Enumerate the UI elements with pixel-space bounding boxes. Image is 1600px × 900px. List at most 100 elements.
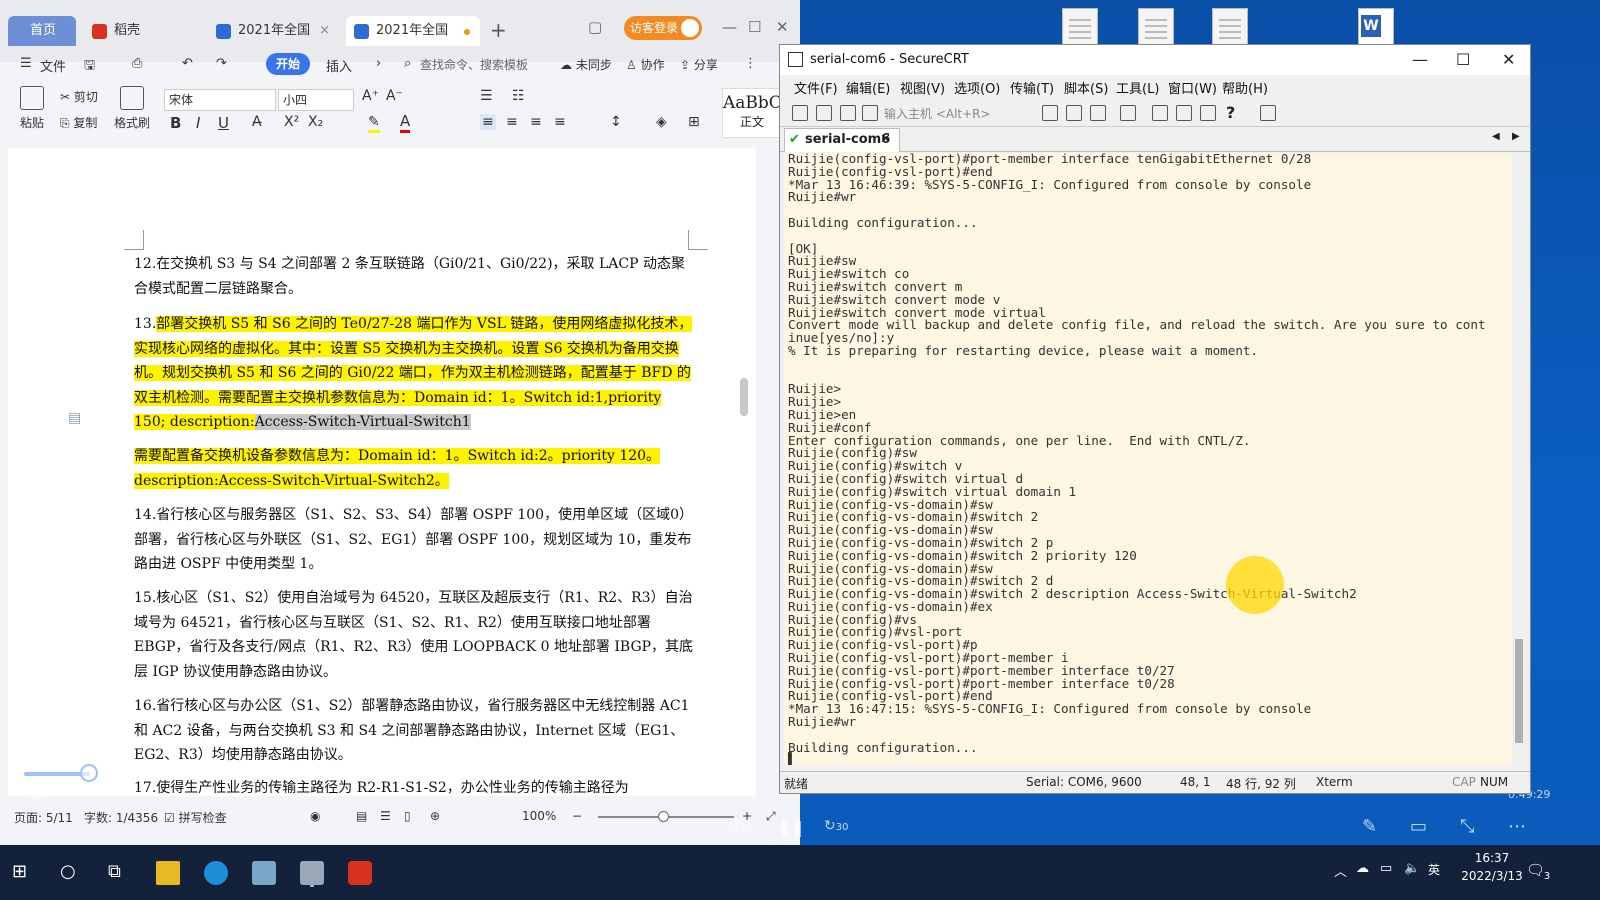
clock-date[interactable]: 2022/3/13: [1452, 869, 1532, 883]
read-view-icon[interactable]: ▯: [404, 809, 411, 823]
disconnect-icon[interactable]: [862, 105, 878, 121]
menu-transfer[interactable]: 传输(T): [1010, 78, 1054, 97]
tab-home[interactable]: 首页: [8, 16, 76, 46]
edge-browser-icon[interactable]: [204, 861, 228, 885]
more-options-icon[interactable]: ⋯: [1508, 816, 1526, 837]
chevron-right-icon[interactable]: ›: [376, 56, 381, 71]
cut-button[interactable]: ✂ 剪切: [60, 88, 98, 105]
cloud-icon[interactable]: ☁: [1356, 861, 1380, 885]
tab-scroll-right-icon[interactable]: ▶: [1512, 131, 1520, 142]
desktop-file-icon[interactable]: [1212, 8, 1248, 48]
highlight-color-button[interactable]: ✎: [368, 114, 380, 133]
input-method-indicator[interactable]: 英: [1424, 861, 1444, 878]
comment-icon[interactable]: ▤: [68, 410, 81, 426]
windows-start-icon[interactable]: ⊞: [12, 861, 36, 885]
new-tab-icon[interactable]: +: [490, 18, 507, 42]
font-size-select[interactable]: 小四: [278, 89, 354, 111]
page-view-icon[interactable]: ▤: [356, 809, 367, 823]
underline-button[interactable]: U: [218, 114, 229, 132]
forward-button[interactable]: ↻30: [824, 818, 848, 834]
tab-scroll-left-icon[interactable]: ◀: [1492, 131, 1500, 142]
connect-icon[interactable]: [792, 105, 808, 121]
spell-check-button[interactable]: ☑ 拼写检查: [164, 809, 227, 826]
terminal-output[interactable]: Ruijie(config-vsl-port)#port-member inte…: [784, 153, 1512, 765]
paste-button[interactable]: 粘贴: [14, 86, 50, 131]
window-icon[interactable]: ▭: [1410, 816, 1427, 837]
maximize-icon[interactable]: ☐: [1456, 45, 1470, 75]
sync-button[interactable]: ☁ 未同步: [560, 56, 612, 73]
terminal-scrollbar-thumb[interactable]: [1515, 639, 1523, 743]
shading-icon[interactable]: ◈: [656, 114, 667, 130]
print-icon[interactable]: [1120, 105, 1136, 121]
menu-view[interactable]: 视图(V): [900, 78, 945, 97]
file-explorer-icon[interactable]: [156, 861, 180, 885]
terminal-scrollbar[interactable]: [1512, 153, 1526, 765]
maximize-icon[interactable]: ☐: [748, 18, 761, 36]
zoom-out-icon[interactable]: −: [572, 809, 582, 823]
find-icon[interactable]: [1090, 105, 1106, 121]
minimize-icon[interactable]: —: [1412, 45, 1428, 75]
settings-icon[interactable]: [1152, 105, 1168, 121]
borders-icon[interactable]: ⊞: [688, 114, 700, 130]
line-spacing-icon[interactable]: ↕: [610, 114, 622, 130]
menu-edit[interactable]: 编辑(E): [846, 78, 890, 97]
close-icon[interactable]: ×: [319, 16, 330, 46]
menu-file[interactable]: 文件: [40, 56, 66, 75]
show-hidden-icons[interactable]: ︿: [1334, 861, 1358, 885]
menu-file[interactable]: 文件(F): [794, 78, 838, 97]
host-input[interactable]: 输入主机 <Alt+R>: [884, 104, 1032, 124]
print-icon[interactable]: ⎙: [132, 56, 142, 71]
collapse-icon[interactable]: ⤡: [1460, 816, 1474, 837]
align-right-icon[interactable]: ≡: [530, 114, 542, 130]
tab-document-2[interactable]: 2021年全国: [346, 16, 480, 46]
collab-button[interactable]: ♙ 协作: [626, 56, 665, 73]
more-icon[interactable]: ⋮: [744, 56, 757, 71]
minimize-icon[interactable]: —: [722, 18, 737, 36]
font-name-select[interactable]: 宋体: [164, 89, 276, 111]
align-left-icon[interactable]: ≡: [480, 114, 496, 130]
subscript-button[interactable]: X₂: [308, 114, 323, 130]
sftp-icon[interactable]: [1176, 105, 1192, 121]
task-view-icon[interactable]: ⧉: [108, 861, 132, 885]
session-tab[interactable]: ✔ serial-com6 ✕: [784, 128, 900, 152]
zoom-value[interactable]: 100%: [522, 809, 556, 823]
redo-icon[interactable]: ↷: [216, 56, 227, 71]
menu-tools[interactable]: 工具(L): [1116, 78, 1159, 97]
rewind-button[interactable]: ↺10: [728, 818, 752, 834]
close-icon[interactable]: ✕: [776, 18, 789, 36]
wps-taskbar-icon[interactable]: [348, 861, 372, 885]
format-painter-button[interactable]: 格式刷: [112, 86, 152, 131]
bold-button[interactable]: B: [170, 114, 181, 132]
menu-window[interactable]: 窗口(W): [1168, 78, 1217, 97]
justify-icon[interactable]: ≡: [554, 114, 566, 130]
copy-icon[interactable]: [1042, 105, 1058, 121]
menu-script[interactable]: 脚本(S): [1064, 78, 1108, 97]
hamburger-icon[interactable]: ☰: [20, 56, 32, 71]
close-icon[interactable]: ✕: [880, 129, 891, 151]
about-icon[interactable]: [1260, 105, 1276, 121]
menu-help[interactable]: 帮助(H): [1222, 78, 1268, 97]
page-indicator[interactable]: 页面: 5/11: [14, 809, 73, 826]
desktop-word-doc-icon[interactable]: W: [1358, 8, 1394, 48]
desktop-file-icon[interactable]: [1138, 8, 1174, 48]
grow-font-icon[interactable]: A⁺: [362, 88, 379, 104]
clock-time[interactable]: 16:37: [1452, 851, 1532, 865]
desktop-file-icon[interactable]: [1062, 8, 1098, 48]
italic-button[interactable]: I: [196, 114, 200, 132]
superscript-button[interactable]: X²: [284, 114, 299, 130]
strikethrough-button[interactable]: A̶: [252, 114, 262, 130]
numbering-icon[interactable]: ☷: [512, 88, 525, 104]
web-view-icon[interactable]: ⊕: [430, 809, 440, 823]
menu-insert[interactable]: 插入: [326, 56, 352, 75]
reconnect-icon[interactable]: [840, 105, 856, 121]
doc-scrollbar-thumb[interactable]: [740, 378, 748, 416]
app-icon[interactable]: [252, 861, 276, 885]
font-color-button[interactable]: A: [400, 112, 411, 133]
outline-view-icon[interactable]: ☰: [380, 809, 391, 823]
style-normal[interactable]: AaBbC 正文: [722, 88, 782, 138]
video-progress-knob[interactable]: [80, 764, 98, 782]
eye-protect-icon[interactable]: ◉: [310, 809, 320, 823]
search-icon[interactable]: ○: [60, 861, 84, 885]
undo-icon[interactable]: ↶: [182, 56, 193, 71]
keymap-icon[interactable]: [1200, 105, 1216, 121]
